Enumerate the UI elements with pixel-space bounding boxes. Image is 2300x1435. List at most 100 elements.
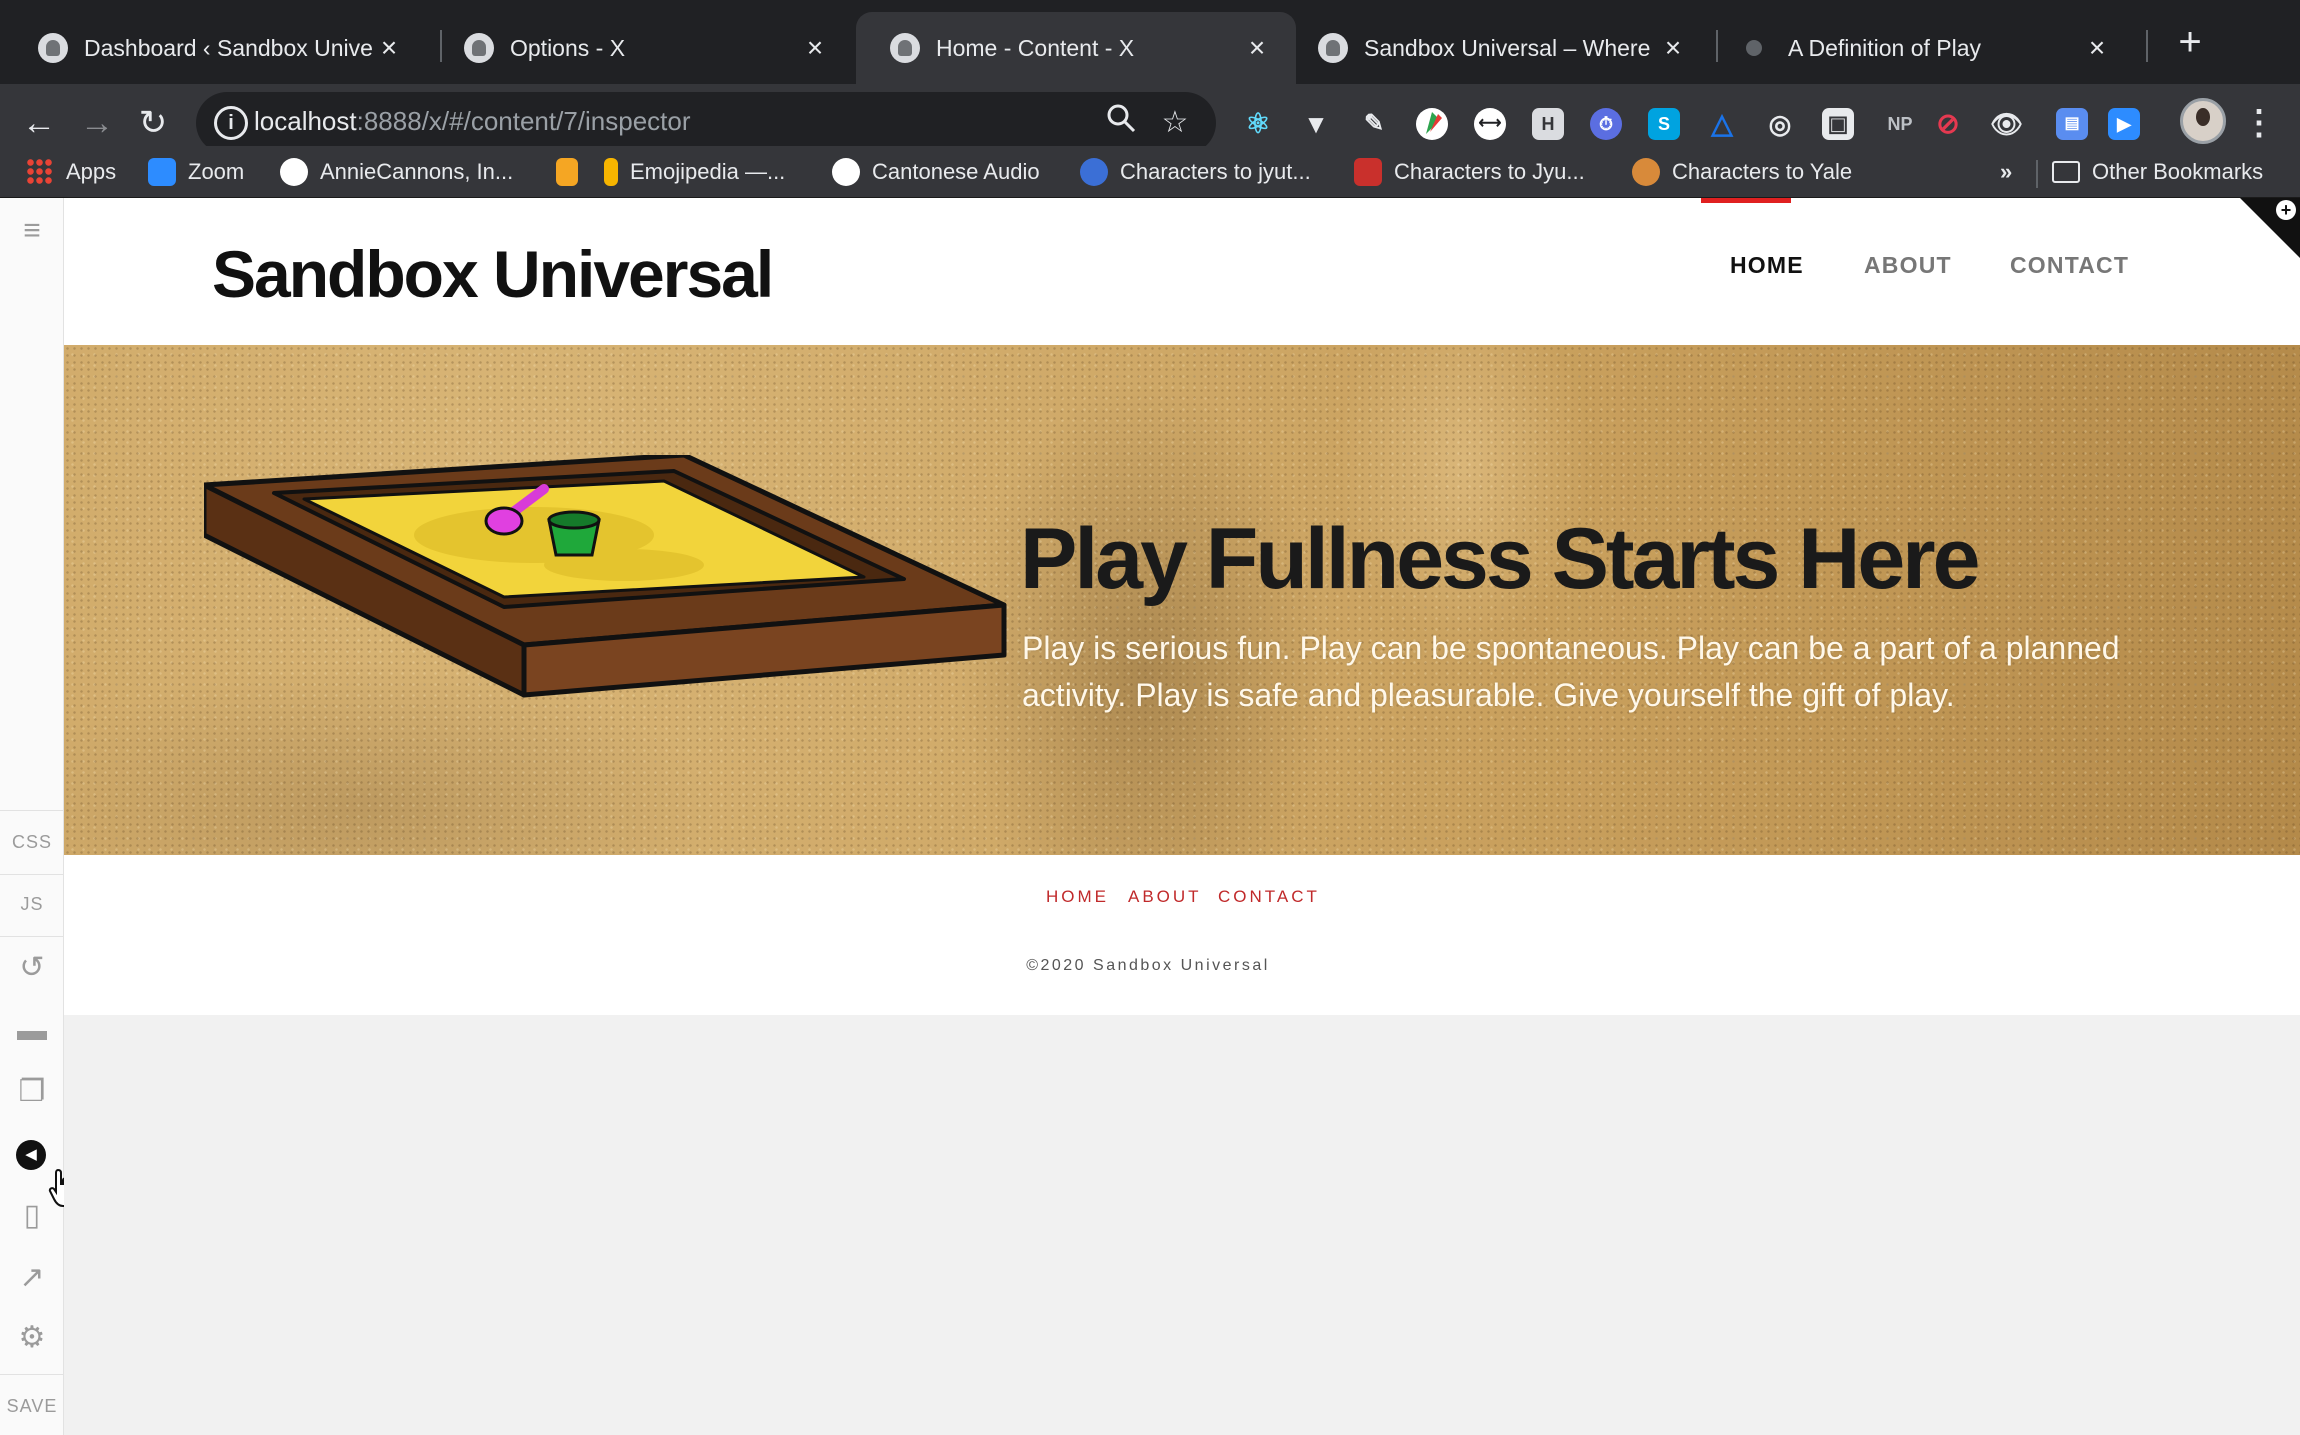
- bookmark-star-icon[interactable]: ☆: [1154, 102, 1196, 144]
- spiral-extension-icon[interactable]: ⊘: [1932, 108, 1964, 140]
- tab-title: Options - X: [510, 34, 626, 61]
- link-extension-icon[interactable]: ⟷: [1474, 108, 1506, 140]
- close-tab-icon[interactable]: ×: [800, 32, 830, 64]
- chat-extension-icon[interactable]: ◎: [1764, 108, 1796, 140]
- bookmark-characters-jyu[interactable]: Characters to Jyu...: [1354, 154, 1585, 190]
- color-wheel-icon[interactable]: [1416, 108, 1448, 140]
- react-devtools-icon[interactable]: ⚛: [1242, 108, 1274, 140]
- image-extension-icon[interactable]: ▣: [1822, 108, 1854, 140]
- calendar-extension-icon[interactable]: ▤: [2056, 108, 2088, 140]
- search-zoom-icon[interactable]: [1100, 102, 1142, 144]
- bookmark-label: Characters to Jyu...: [1394, 159, 1585, 184]
- browser-tab[interactable]: A Definition of Play ×: [1712, 12, 2136, 84]
- bookmark-cantonese-audio[interactable]: Cantonese Audio: [832, 154, 1040, 190]
- other-bookmarks-folder[interactable]: Other Bookmarks: [2052, 154, 2263, 190]
- url-text[interactable]: localhost:8888/x/#/content/7/inspector: [254, 106, 691, 137]
- hamburger-menu-icon[interactable]: ≡: [0, 214, 64, 248]
- bookmark-zoom[interactable]: Zoom: [148, 154, 244, 190]
- np-extension-icon[interactable]: NP: [1880, 108, 1920, 140]
- browser-tab[interactable]: Sandbox Universal – Where Li… ×: [1284, 12, 1712, 84]
- bookmark-label: Zoom: [188, 159, 245, 184]
- bookmark-label: Apps: [66, 159, 117, 184]
- tab-separator: [2146, 30, 2148, 62]
- site-footer: HOME ABOUT CONTACT ©2020 Sandbox Univers…: [64, 855, 2300, 1015]
- shield-bookmark-icon: [556, 158, 578, 186]
- bookmarks-overflow-button[interactable]: »: [2000, 154, 2012, 190]
- active-nav-indicator: [1701, 198, 1791, 203]
- copyright-text: ©2020 Sandbox Universal: [1026, 957, 1270, 974]
- chinese-char-icon: [1354, 158, 1382, 186]
- site-preview: Sandbox Universal HOME ABOUT CONTACT + P…: [64, 198, 2300, 1015]
- bookmark-label: Emojipedia —...: [630, 159, 786, 184]
- browser-menu-icon[interactable]: ⋮: [2242, 100, 2276, 146]
- footer-nav-contact[interactable]: CONTACT: [1218, 887, 1320, 907]
- rail-divider: [0, 936, 64, 937]
- s-extension-icon[interactable]: S: [1648, 108, 1680, 140]
- site-header: Sandbox Universal HOME ABOUT CONTACT +: [64, 198, 2300, 345]
- bookmark-unnamed[interactable]: [556, 154, 590, 190]
- bookmark-label: AnnieCannons, In...: [320, 159, 514, 184]
- nav-home[interactable]: HOME: [1730, 252, 1804, 279]
- apps-grid-icon: [26, 158, 54, 186]
- bookmark-apps[interactable]: Apps: [26, 154, 116, 190]
- browser-tab[interactable]: Dashboard ‹ Sandbox Univers… ×: [4, 12, 428, 84]
- bookmark-anniecannons[interactable]: AnnieCannons, In...: [280, 154, 513, 190]
- bookmarks-divider: [2036, 160, 2038, 188]
- back-arrow-icon[interactable]: ←: [16, 100, 62, 146]
- tab-title: A Definition of Play: [1788, 34, 1982, 61]
- tab-title: Dashboard ‹ Sandbox Univers…: [84, 34, 374, 61]
- save-button[interactable]: SAVE: [0, 1396, 64, 1417]
- layout-icon[interactable]: ▬: [0, 1014, 64, 1048]
- rail-divider: [0, 874, 64, 875]
- browser-tab-active[interactable]: Home - Content - X ×: [856, 12, 1296, 84]
- css-editor-button[interactable]: CSS: [0, 832, 64, 853]
- dragon-icon: [1080, 158, 1108, 186]
- new-tab-plus-icon[interactable]: +: [2168, 20, 2212, 64]
- site-favicon-icon: [890, 33, 920, 63]
- bookmark-emojipedia[interactable]: Emojipedia —...: [604, 154, 785, 190]
- github-icon: [280, 158, 308, 186]
- rail-divider: [0, 1374, 64, 1375]
- reload-icon[interactable]: ↻: [130, 100, 176, 146]
- eye-extension-icon[interactable]: 👁: [1990, 108, 2023, 140]
- settings-gear-icon[interactable]: ⚙: [0, 1320, 64, 1355]
- hero-title[interactable]: Play Fullness Starts Here: [1020, 510, 1980, 609]
- js-editor-button[interactable]: JS: [0, 894, 64, 915]
- close-tab-icon[interactable]: ×: [1658, 32, 1688, 64]
- nav-contact[interactable]: CONTACT: [2010, 252, 2129, 279]
- close-tab-icon[interactable]: ×: [2082, 32, 2112, 64]
- timer-extension-icon[interactable]: ⏱: [1590, 108, 1622, 140]
- hero-section: Play Fullness Starts Here Play is seriou…: [64, 345, 2300, 855]
- globe-icon: [832, 158, 860, 186]
- pages-icon[interactable]: ❐: [0, 1074, 64, 1109]
- site-info-icon[interactable]: i: [214, 106, 248, 140]
- hero-text[interactable]: Play is serious fun. Play can be spontan…: [1022, 625, 2182, 719]
- site-brand[interactable]: Sandbox Universal: [212, 236, 774, 312]
- close-tab-icon[interactable]: ×: [1242, 32, 1272, 64]
- bookmarks-bar: Apps Zoom AnnieCannons, In... Emojipedia…: [0, 146, 2300, 198]
- copyright-row: ©2020 Sandbox Universal: [64, 957, 2300, 975]
- history-icon[interactable]: ↺: [0, 950, 64, 985]
- bookmark-characters-jyut[interactable]: Characters to jyut...: [1080, 154, 1311, 190]
- address-bar[interactable]: i localhost:8888/x/#/content/7/inspector…: [196, 92, 1216, 154]
- zoom-extension-icon[interactable]: ▶: [2108, 108, 2140, 140]
- external-link-icon[interactable]: ↗: [0, 1260, 64, 1295]
- tab-title: Home - Content - X: [936, 34, 1135, 61]
- bookmark-characters-yale[interactable]: Characters to Yale: [1632, 154, 1852, 190]
- rail-divider: [0, 810, 64, 811]
- close-tab-icon[interactable]: ×: [374, 32, 404, 64]
- profile-avatar[interactable]: [2180, 98, 2226, 144]
- footer-nav-about[interactable]: ABOUT: [1128, 887, 1202, 907]
- nav-about[interactable]: ABOUT: [1864, 252, 1952, 279]
- forward-arrow-icon[interactable]: →: [74, 100, 120, 146]
- vue-devtools-icon[interactable]: ▼: [1300, 108, 1332, 140]
- zoom-icon: [148, 158, 176, 186]
- collapse-toggle-icon[interactable]: ◀: [16, 1140, 46, 1170]
- browser-tab[interactable]: Options - X ×: [430, 12, 854, 84]
- footer-nav-home[interactable]: HOME: [1046, 887, 1109, 907]
- triangle-extension-icon[interactable]: △: [1706, 108, 1738, 140]
- eyedropper-icon[interactable]: ✎: [1358, 108, 1390, 140]
- bookmark-label: Characters to jyut...: [1120, 159, 1311, 184]
- add-section-plus-icon[interactable]: +: [2276, 200, 2296, 220]
- h-extension-icon[interactable]: H: [1532, 108, 1564, 140]
